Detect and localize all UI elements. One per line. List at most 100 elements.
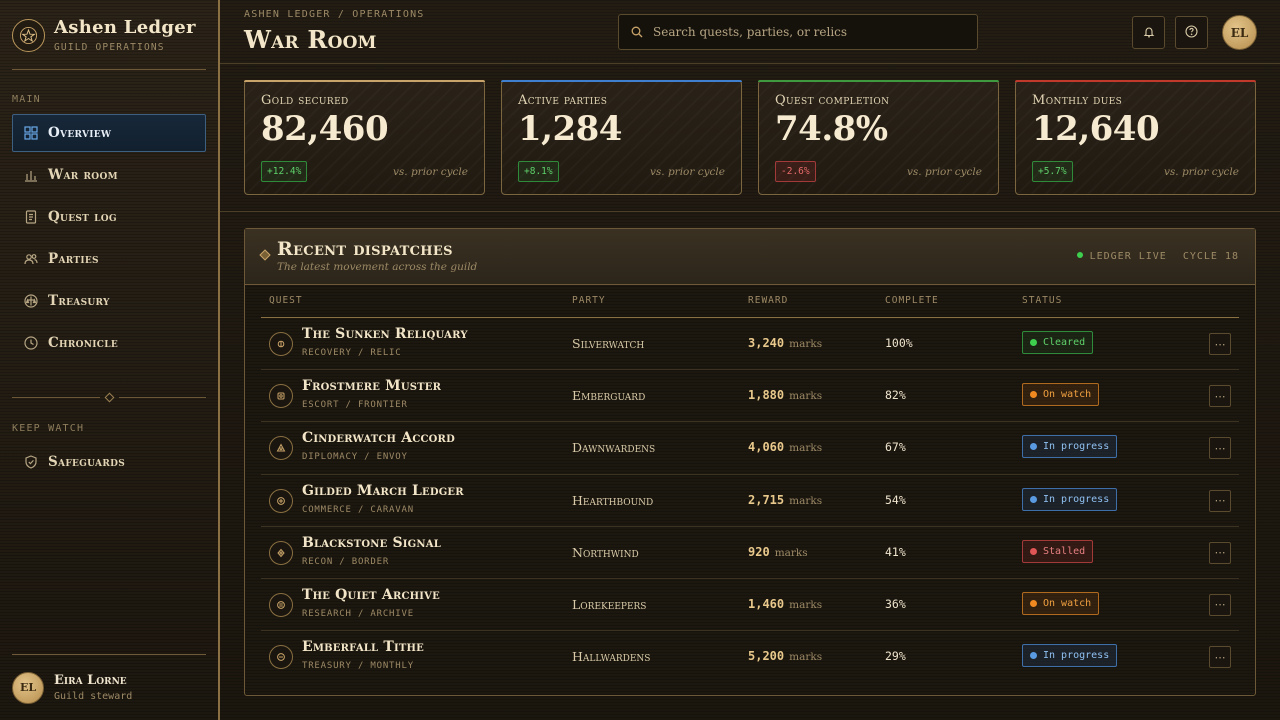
- search-icon: [631, 23, 643, 42]
- row-actions-button[interactable]: ⋯: [1209, 333, 1231, 355]
- users-icon: [23, 252, 38, 267]
- row-actions-button[interactable]: ⋯: [1209, 437, 1231, 460]
- stat-cards: Gold secured 82,460 +12.4% vs. prior cyc…: [244, 80, 1256, 195]
- stat-label: Gold secured: [261, 93, 349, 108]
- table-row[interactable]: Cinderwatch Accord Diplomacy / Envoy Daw…: [261, 422, 1239, 475]
- panel-subtitle: The latest movement across the guild: [277, 261, 478, 273]
- table-row[interactable]: Frostmere Muster Escort / Frontier Ember…: [261, 370, 1239, 423]
- help-button[interactable]: [1175, 16, 1208, 49]
- sidebar-item-war-room[interactable]: War room: [12, 156, 206, 194]
- completion-percent: 36%: [885, 596, 906, 611]
- grid-icon: [23, 126, 38, 141]
- column-header-status[interactable]: Status: [1022, 295, 1062, 306]
- table-row[interactable]: The Sunken Reliquary Recovery / Relic Si…: [261, 318, 1239, 371]
- stat-label: Monthly dues: [1032, 93, 1123, 108]
- user-name: Eira Lorne: [54, 673, 127, 688]
- notifications-button[interactable]: [1132, 16, 1165, 49]
- reward-amount: 920 marks: [748, 545, 808, 559]
- user-profile[interactable]: EL Eira Lorne Guild steward: [12, 654, 206, 720]
- completion-percent: 41%: [885, 544, 906, 559]
- column-header-reward[interactable]: Reward: [748, 295, 788, 306]
- status-dot-icon: [1030, 599, 1037, 607]
- relic-icon: [269, 332, 293, 356]
- sidebar-item-treasury[interactable]: Treasury: [12, 282, 206, 320]
- sidebar-item-label: Quest log: [48, 209, 117, 225]
- quest-name: The Sunken Reliquary: [302, 326, 468, 342]
- scroll-icon: [23, 210, 38, 225]
- column-header-party[interactable]: Party: [572, 295, 606, 306]
- status-dot-icon: [1030, 391, 1037, 399]
- stat-value: 12,640: [1032, 109, 1160, 149]
- table-row[interactable]: The Quiet Archive Research / Archive Lor…: [261, 579, 1239, 632]
- row-actions-button[interactable]: ⋯: [1209, 385, 1231, 408]
- quest-name: The Quiet Archive: [302, 586, 440, 603]
- status-badge: On watch: [1022, 591, 1100, 615]
- status-dot-icon: [1030, 443, 1037, 451]
- row-actions-button[interactable]: ⋯: [1209, 541, 1231, 564]
- column-header-quest[interactable]: Quest: [269, 295, 303, 306]
- quest-category: Recovery / Relic: [302, 348, 402, 358]
- completion-percent: 100%: [885, 336, 913, 350]
- sidebar-item-overview[interactable]: Overview: [12, 114, 206, 152]
- sidebar-item-quest-log[interactable]: Quest log: [12, 198, 206, 236]
- bell-icon: [1143, 23, 1155, 42]
- table-row[interactable]: Emberfall Tithe Treasury / Monthly Hallw…: [261, 631, 1239, 683]
- stat-note: vs. prior cycle: [906, 165, 982, 178]
- sidebar-item-safeguards[interactable]: Safeguards: [12, 443, 206, 481]
- nav-section-main: Main: [12, 94, 41, 105]
- sidebar-item-parties[interactable]: Parties: [12, 240, 206, 278]
- shield-check-icon: [23, 455, 38, 470]
- status-label: On watch: [1043, 597, 1092, 609]
- book-seal-icon: [269, 592, 293, 617]
- party-name: Dawnwardens: [572, 440, 656, 456]
- diamond-icon: [259, 249, 271, 261]
- status-label: On watch: [1043, 389, 1092, 401]
- row-actions-button[interactable]: ⋯: [1209, 593, 1231, 616]
- status-label: In progress: [1043, 650, 1110, 662]
- party-name: Northwind: [572, 544, 639, 560]
- reward-value: 1,880: [748, 388, 785, 403]
- more-icon: ⋯: [1214, 598, 1226, 612]
- stat-card-monthly-dues: Monthly dues 12,640 +5.7% vs. prior cycl…: [1015, 80, 1256, 195]
- user-role: Guild steward: [54, 691, 133, 702]
- reward-value: 5,200: [748, 649, 785, 664]
- more-icon: ⋯: [1214, 441, 1226, 455]
- plus-seal-icon: [269, 488, 293, 513]
- row-actions-button[interactable]: ⋯: [1209, 646, 1231, 669]
- search-input[interactable]: [653, 25, 977, 39]
- table-row[interactable]: Gilded March Ledger Commerce / Caravan H…: [261, 475, 1239, 527]
- reward-amount: 3,240 marks: [748, 336, 822, 350]
- sidebar-item-label: Safeguards: [48, 454, 126, 470]
- party-name: Silverwatch: [572, 336, 645, 351]
- ornamental-divider: [12, 392, 206, 403]
- table-header: Quest Party Reward Complete Status: [261, 285, 1239, 318]
- stat-card-gold-secured: Gold secured 82,460 +12.4% vs. prior cyc…: [244, 80, 485, 195]
- stat-card-quest-completion: Quest completion 74.8% -2.6% vs. prior c…: [758, 80, 999, 195]
- quest-name: Blackstone Signal: [302, 534, 441, 551]
- completion-percent: 54%: [885, 492, 906, 507]
- reward-unit: marks: [789, 442, 823, 455]
- party-name: Lorekeepers: [572, 596, 647, 612]
- target-icon: [269, 384, 293, 409]
- reward-amount: 1,460 marks: [748, 597, 822, 611]
- column-header-complete[interactable]: Complete: [885, 295, 939, 306]
- sidebar-divider: [12, 69, 206, 70]
- sidebar-item-label: Overview: [48, 125, 112, 141]
- stat-delta-badge: +5.7%: [1032, 161, 1073, 182]
- table-row[interactable]: Blackstone Signal Recon / Border Northwi…: [261, 527, 1239, 579]
- bar-chart-icon: [23, 168, 38, 183]
- user-avatar-button[interactable]: EL: [1222, 15, 1257, 50]
- quest-name: Frostmere Muster: [302, 378, 442, 395]
- quest-name: Cinderwatch Accord: [302, 430, 455, 447]
- live-indicator: Ledger live: [1076, 251, 1167, 262]
- stat-delta-badge: -2.6%: [775, 161, 816, 182]
- sidebar-item-chronicle[interactable]: Chronicle: [12, 324, 206, 362]
- brand-subtitle: Guild operations: [54, 41, 165, 53]
- quest-category: Treasury / Monthly: [302, 661, 414, 672]
- sidebar-item-label: Chronicle: [48, 335, 119, 351]
- quest-category: Escort / Frontier: [302, 400, 408, 411]
- stat-note: vs. prior cycle: [392, 165, 468, 178]
- search-bar[interactable]: [618, 14, 978, 50]
- row-actions-button[interactable]: ⋯: [1209, 489, 1231, 512]
- reward-value: 920: [748, 544, 770, 559]
